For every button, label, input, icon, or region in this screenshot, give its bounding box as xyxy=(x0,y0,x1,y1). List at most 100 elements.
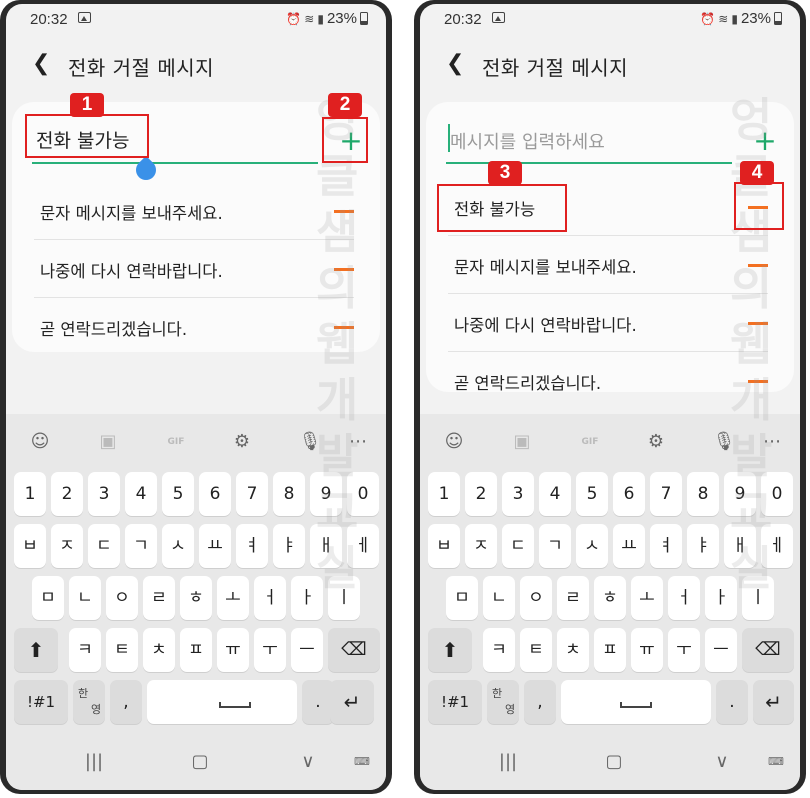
keyboard-hide-icon[interactable]: ⌨ xyxy=(350,750,374,774)
enter-icon[interactable]: ↵ xyxy=(330,680,374,724)
key-letter[interactable]: ㅈ xyxy=(465,524,497,568)
settings-icon[interactable]: ⚙ xyxy=(230,430,254,454)
key-8[interactable]: 8 xyxy=(687,472,719,516)
key-2[interactable]: 2 xyxy=(465,472,497,516)
backspace-icon[interactable]: ⌫ xyxy=(328,628,380,672)
key-3[interactable]: 3 xyxy=(88,472,120,516)
key-letter[interactable]: ㅂ xyxy=(428,524,460,568)
key-letter[interactable]: ㅓ xyxy=(668,576,700,620)
key-1[interactable]: 1 xyxy=(14,472,46,516)
key-letter[interactable]: ㅛ xyxy=(613,524,645,568)
key-letter[interactable]: ㅈ xyxy=(51,524,83,568)
key-letter[interactable]: ㅛ xyxy=(199,524,231,568)
key-letter[interactable]: ㅊ xyxy=(143,628,175,672)
chevron-left-icon[interactable]: ❮ xyxy=(32,50,56,78)
key-letter[interactable]: ㅍ xyxy=(180,628,212,672)
key-6[interactable]: 6 xyxy=(199,472,231,516)
key-letter[interactable]: ㄱ xyxy=(125,524,157,568)
message-row[interactable]: 나중에 다시 연락바랍니다. xyxy=(448,294,768,352)
back-nav-icon[interactable]: ∨ xyxy=(296,750,320,774)
key-7[interactable]: 7 xyxy=(236,472,268,516)
keyboard-hide-icon[interactable]: ⌨ xyxy=(764,750,788,774)
key-letter[interactable]: ㅂ xyxy=(14,524,46,568)
key-7[interactable]: 7 xyxy=(650,472,682,516)
space-key[interactable] xyxy=(147,680,297,724)
backspace-icon[interactable]: ⌫ xyxy=(742,628,794,672)
language-switch-key[interactable]: 한 영 xyxy=(73,680,105,724)
key-letter[interactable]: ㅓ xyxy=(254,576,286,620)
emoji-icon[interactable]: ☺ xyxy=(28,430,52,454)
key-8[interactable]: 8 xyxy=(273,472,305,516)
symbols-key[interactable]: !#1 xyxy=(428,680,482,724)
message-row[interactable]: 곧 연락드리겠습니다. xyxy=(34,298,354,356)
sticker-icon[interactable]: ▣ xyxy=(96,430,120,454)
sticker-icon[interactable]: ▣ xyxy=(510,430,534,454)
back-nav-icon[interactable]: ∨ xyxy=(710,750,734,774)
key-letter[interactable]: ㅡ xyxy=(291,628,323,672)
message-row[interactable]: 곧 연락드리겠습니다. xyxy=(448,352,768,410)
recents-icon[interactable]: ||| xyxy=(82,750,106,774)
home-icon[interactable]: ▢ xyxy=(188,750,212,774)
gif-icon[interactable]: GIF xyxy=(578,430,602,454)
key-letter[interactable]: ㅕ xyxy=(650,524,682,568)
emoji-icon[interactable]: ☺ xyxy=(442,430,466,454)
key-letter[interactable]: ㄹ xyxy=(557,576,589,620)
comma-key[interactable]: , xyxy=(524,680,556,724)
key-letter[interactable]: ㅜ xyxy=(254,628,286,672)
key-letter[interactable]: ㅕ xyxy=(236,524,268,568)
key-letter[interactable]: ㄹ xyxy=(143,576,175,620)
key-1[interactable]: 1 xyxy=(428,472,460,516)
key-letter[interactable]: ㅋ xyxy=(483,628,515,672)
period-key[interactable]: . xyxy=(716,680,748,724)
key-letter[interactable]: ㅍ xyxy=(594,628,626,672)
language-switch-key[interactable]: 한 영 xyxy=(487,680,519,724)
key-2[interactable]: 2 xyxy=(51,472,83,516)
key-letter[interactable]: ㅜ xyxy=(668,628,700,672)
shift-icon[interactable]: ⬆ xyxy=(14,628,58,672)
key-letter[interactable]: ㅗ xyxy=(217,576,249,620)
key-letter[interactable]: ㅁ xyxy=(32,576,64,620)
key-letter[interactable]: ㅠ xyxy=(217,628,249,672)
key-letter[interactable]: ㅎ xyxy=(594,576,626,620)
key-letter[interactable]: ㅁ xyxy=(446,576,478,620)
message-row[interactable]: 나중에 다시 연락바랍니다. xyxy=(34,240,354,298)
key-letter[interactable]: ㅌ xyxy=(520,628,552,672)
comma-key[interactable]: , xyxy=(110,680,142,724)
gif-icon[interactable]: GIF xyxy=(164,430,188,454)
key-letter[interactable]: ㅅ xyxy=(576,524,608,568)
key-6[interactable]: 6 xyxy=(613,472,645,516)
key-letter[interactable]: ㅑ xyxy=(273,524,305,568)
message-row[interactable]: 문자 메시지를 보내주세요. xyxy=(448,236,768,294)
key-letter[interactable]: ㄴ xyxy=(483,576,515,620)
key-letter[interactable]: ㅗ xyxy=(631,576,663,620)
settings-icon[interactable]: ⚙ xyxy=(644,430,668,454)
key-5[interactable]: 5 xyxy=(162,472,194,516)
symbols-key[interactable]: !#1 xyxy=(14,680,68,724)
key-3[interactable]: 3 xyxy=(502,472,534,516)
key-letter[interactable]: ㅇ xyxy=(106,576,138,620)
key-letter[interactable]: ㅇ xyxy=(520,576,552,620)
home-icon[interactable]: ▢ xyxy=(602,750,626,774)
key-letter[interactable]: ㄴ xyxy=(69,576,101,620)
key-letter[interactable]: ㅊ xyxy=(557,628,589,672)
message-input[interactable]: 메시지를 입력하세요 xyxy=(446,114,732,164)
key-letter[interactable]: ㄷ xyxy=(88,524,120,568)
chevron-left-icon[interactable]: ❮ xyxy=(446,50,470,78)
key-letter[interactable]: ㅡ xyxy=(705,628,737,672)
message-row[interactable]: 문자 메시지를 보내주세요. xyxy=(34,182,354,240)
enter-icon[interactable]: ↵ xyxy=(753,680,794,724)
key-letter[interactable]: ㅌ xyxy=(106,628,138,672)
key-4[interactable]: 4 xyxy=(539,472,571,516)
key-letter[interactable]: ㄷ xyxy=(502,524,534,568)
shift-icon[interactable]: ⬆ xyxy=(428,628,472,672)
key-letter[interactable]: ㅅ xyxy=(162,524,194,568)
key-letter[interactable]: ㅠ xyxy=(631,628,663,672)
key-letter[interactable]: ㅋ xyxy=(69,628,101,672)
space-key[interactable] xyxy=(561,680,711,724)
key-letter[interactable]: ㅎ xyxy=(180,576,212,620)
key-4[interactable]: 4 xyxy=(125,472,157,516)
key-letter[interactable]: ㅑ xyxy=(687,524,719,568)
key-5[interactable]: 5 xyxy=(576,472,608,516)
recents-icon[interactable]: ||| xyxy=(496,750,520,774)
key-letter[interactable]: ㄱ xyxy=(539,524,571,568)
